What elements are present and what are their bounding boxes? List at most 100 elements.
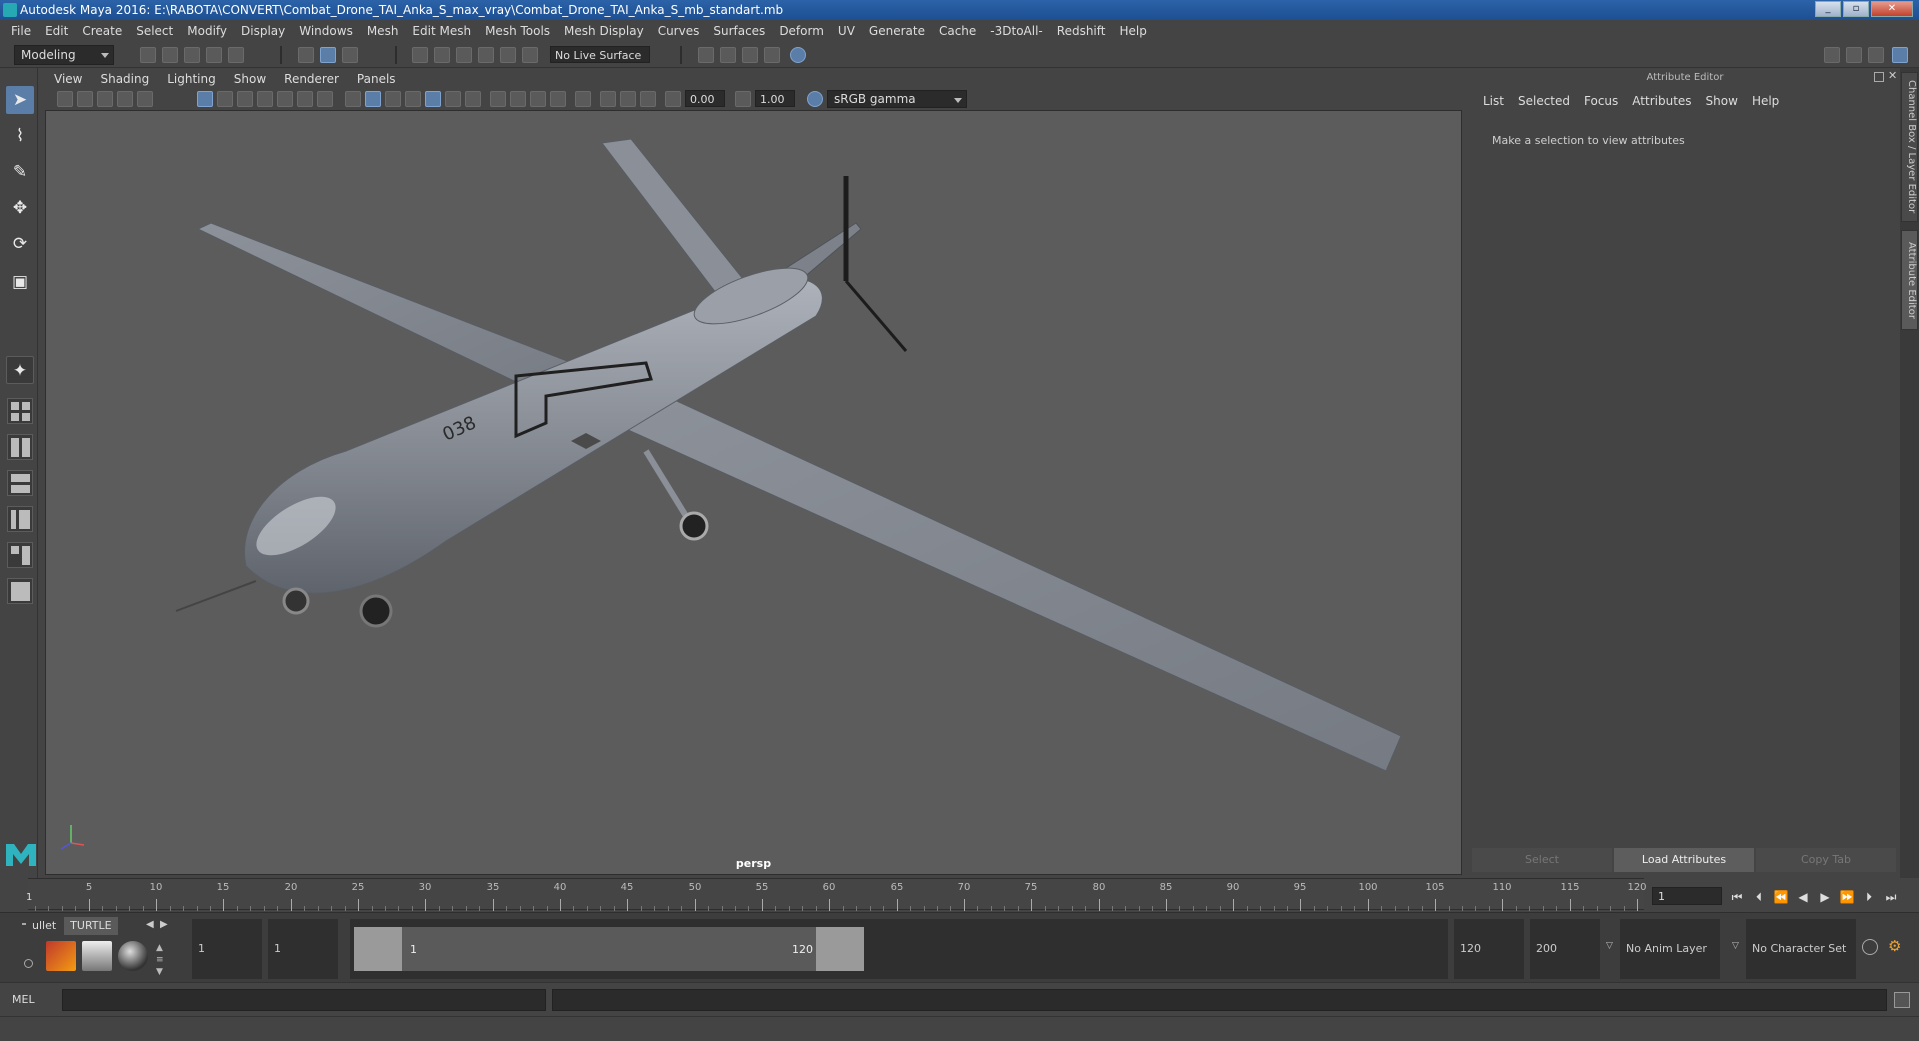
exposure-icon[interactable] xyxy=(665,91,681,107)
channel-box-tab[interactable]: Channel Box / Layer Editor xyxy=(1901,72,1918,222)
range-slider-start-cap[interactable] xyxy=(354,927,402,971)
shelf-options-icon[interactable]: ≡ xyxy=(156,955,164,965)
use-all-lights-icon[interactable] xyxy=(445,91,461,107)
close-panel-icon[interactable]: ✕ xyxy=(1888,69,1897,82)
layout-hypershade-icon[interactable] xyxy=(7,542,33,568)
layout-persp-graph-icon[interactable] xyxy=(7,578,33,604)
menu-3dtoall[interactable]: -3DtoAll- xyxy=(983,24,1049,38)
render-view-icon[interactable] xyxy=(790,47,806,63)
close-button[interactable]: ✕ xyxy=(1871,1,1913,17)
range-slider-handle[interactable]: 1 120 xyxy=(354,927,864,971)
menu-windows[interactable]: Windows xyxy=(292,24,360,38)
motion-blur-icon[interactable] xyxy=(510,91,526,107)
snap-curve-icon[interactable] xyxy=(434,47,450,63)
menu-modify[interactable]: Modify xyxy=(180,24,234,38)
viewport-menu-panels[interactable]: Panels xyxy=(348,72,405,86)
gamma-field[interactable]: 1.00 xyxy=(755,90,795,107)
camera-select-icon[interactable] xyxy=(57,91,73,107)
menu-select[interactable]: Select xyxy=(129,24,180,38)
range-options-icon[interactable]: ▽ xyxy=(1606,941,1613,951)
gamma-icon[interactable] xyxy=(735,91,751,107)
grid-icon[interactable] xyxy=(197,91,213,107)
screen-space-ao-icon[interactable] xyxy=(490,91,506,107)
snap-grid-icon[interactable] xyxy=(412,47,428,63)
layout-graph-icon[interactable] xyxy=(7,506,33,532)
range-slider-end-cap[interactable] xyxy=(816,927,864,971)
redo-icon[interactable] xyxy=(228,47,244,63)
anti-aliasing-icon[interactable] xyxy=(530,91,546,107)
safe-action-icon[interactable] xyxy=(297,91,313,107)
undo-icon[interactable] xyxy=(206,47,222,63)
turtle-bake-icon[interactable] xyxy=(82,941,112,971)
snap-surface-icon[interactable] xyxy=(522,47,538,63)
tool-settings-icon[interactable] xyxy=(1868,47,1884,63)
wireframe-on-shaded-icon[interactable] xyxy=(405,91,421,107)
select-tool-icon[interactable]: ➤ xyxy=(6,86,34,114)
animation-end-field[interactable]: 200 xyxy=(1530,919,1600,979)
playback-start-field[interactable]: 1 xyxy=(268,919,338,979)
menu-mesh-tools[interactable]: Mesh Tools xyxy=(478,24,557,38)
go-to-end-icon[interactable]: ⏭ xyxy=(1882,890,1900,904)
shelf-settings-icon[interactable] xyxy=(24,959,33,968)
step-back-key-icon[interactable]: ⏪ xyxy=(1772,890,1790,904)
bookmark-icon[interactable] xyxy=(97,91,113,107)
play-backwards-icon[interactable]: ◀ xyxy=(1794,890,1812,904)
select-button[interactable]: Select xyxy=(1472,848,1612,872)
render-settings-icon[interactable] xyxy=(742,47,758,63)
turtle-render-icon[interactable] xyxy=(46,941,76,971)
auto-key-icon[interactable] xyxy=(1862,939,1878,955)
shelf-down-icon[interactable]: ▼ xyxy=(156,967,163,977)
scale-tool-icon[interactable]: ▣ xyxy=(6,268,34,296)
animation-start-field[interactable]: 1 xyxy=(192,919,262,979)
viewport-menu-shading[interactable]: Shading xyxy=(91,72,158,86)
shadows-icon[interactable] xyxy=(465,91,481,107)
viewport-menu-lighting[interactable]: Lighting xyxy=(158,72,225,86)
wireframe-icon[interactable] xyxy=(345,91,361,107)
resolution-gate-icon[interactable] xyxy=(237,91,253,107)
rotate-tool-icon[interactable]: ⟳ xyxy=(6,230,34,258)
select-component-icon[interactable] xyxy=(342,47,358,63)
field-chart-icon[interactable] xyxy=(277,91,293,107)
menu-redshift[interactable]: Redshift xyxy=(1050,24,1113,38)
save-scene-icon[interactable] xyxy=(184,47,200,63)
shelf-up-icon[interactable]: ▲ xyxy=(156,943,163,953)
safe-title-icon[interactable] xyxy=(317,91,333,107)
attribute-editor-toggle-icon[interactable] xyxy=(1846,47,1862,63)
make-live-icon[interactable] xyxy=(500,47,516,63)
attr-menu-selected[interactable]: Selected xyxy=(1511,94,1577,108)
gate-mask-icon[interactable] xyxy=(257,91,273,107)
menu-deform[interactable]: Deform xyxy=(772,24,831,38)
turtle-surface-icon[interactable] xyxy=(118,941,148,971)
menu-edit[interactable]: Edit xyxy=(38,24,75,38)
anim-layer-dropdown[interactable]: No Anim Layer xyxy=(1620,919,1720,979)
hypershade-icon[interactable] xyxy=(764,47,780,63)
copy-tab-button[interactable]: Copy Tab xyxy=(1756,848,1896,872)
menu-curves[interactable]: Curves xyxy=(651,24,707,38)
shelf-tab-turtle[interactable]: TURTLE xyxy=(64,917,118,935)
viewport-menu-view[interactable]: View xyxy=(45,72,91,86)
shelf-tab-bullet[interactable]: ullet xyxy=(26,917,63,935)
menu-set-dropdown[interactable]: Modeling xyxy=(14,45,114,65)
live-surface-field[interactable]: No Live Surface xyxy=(550,46,650,63)
textured-icon[interactable] xyxy=(425,91,441,107)
snap-view-plane-icon[interactable] xyxy=(478,47,494,63)
step-back-frame-icon[interactable]: ⏴ xyxy=(1750,890,1768,904)
float-panel-icon[interactable] xyxy=(1874,72,1884,82)
step-forward-key-icon[interactable]: ⏩ xyxy=(1838,890,1856,904)
time-slider-track[interactable]: 5 10 15 20 25 30 35 40 45 50 55 60 65 70 75 80 85 90 95 100… xyxy=(28,878,1647,911)
camera-attributes-icon[interactable] xyxy=(77,91,93,107)
view-transform-dropdown[interactable]: sRGB gamma xyxy=(827,90,967,108)
attr-menu-help[interactable]: Help xyxy=(1745,94,1786,108)
menu-generate[interactable]: Generate xyxy=(862,24,932,38)
menu-edit-mesh[interactable]: Edit Mesh xyxy=(405,24,478,38)
character-set-dropdown[interactable]: No Character Set xyxy=(1746,919,1856,979)
menu-mesh[interactable]: Mesh xyxy=(360,24,406,38)
perspective-viewport[interactable]: 038 persp xyxy=(45,110,1462,875)
xray-components-icon[interactable] xyxy=(640,91,656,107)
menu-display[interactable]: Display xyxy=(234,24,292,38)
shelf-scroll-left-icon[interactable]: ◀ xyxy=(146,919,154,930)
animation-preferences-icon[interactable]: ⚙ xyxy=(1888,937,1901,955)
playback-end-field[interactable]: 120 xyxy=(1454,919,1524,979)
minimize-button[interactable]: _ xyxy=(1815,1,1841,17)
new-scene-icon[interactable] xyxy=(140,47,156,63)
